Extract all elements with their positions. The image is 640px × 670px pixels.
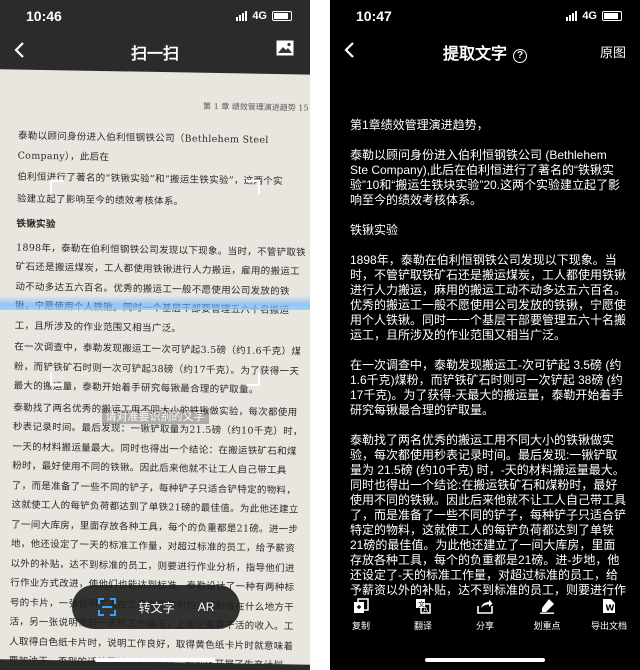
highlight-icon xyxy=(540,599,554,614)
copy-button[interactable]: 复制 xyxy=(336,598,386,642)
status-time: 10:47 xyxy=(356,8,392,24)
svg-text:A: A xyxy=(423,606,428,614)
network-label: 4G xyxy=(582,10,597,22)
book-paragraph: 1898年，泰勒在伯利恒钢铁公司发现以下现象。当时，不管铲取铁矿石还是搬运煤炭，… xyxy=(14,242,307,334)
extracted-paragraph: 1898年，泰勒在伯利恒钢铁公司发现以下现象。当时，不管铲取铁矿石还是搬运煤炭，… xyxy=(350,253,627,342)
share-label: 分享 xyxy=(475,621,494,631)
translate-label: 翻译 xyxy=(413,621,432,631)
book-paragraph: 在一次调查中，泰勒发现搬运工一次可铲起3.5磅（约1.6千克）煤粉，而铲铁矿石时… xyxy=(13,341,302,396)
mode-text-button[interactable]: 转文字 xyxy=(139,599,175,616)
share-button[interactable]: 分享 xyxy=(460,598,510,642)
extracted-paragraph: 泰勒以顾问身份进入伯利恒钢铁公司 (Bethlehem Ste Company)… xyxy=(350,148,621,207)
page-title: 扫一扫 xyxy=(130,46,179,63)
highlight-button[interactable]: 划重点 xyxy=(522,598,572,642)
mode-ar-button[interactable]: AR xyxy=(198,600,215,614)
original-image-button[interactable]: 原图 xyxy=(600,42,626,61)
scan-icon[interactable] xyxy=(97,598,116,616)
scan-navbar: 扫一扫 xyxy=(0,32,310,68)
status-time: 10:46 xyxy=(26,8,62,24)
extracted-paragraph: 铁锹实验 xyxy=(350,223,399,237)
battery-icon xyxy=(602,11,622,21)
scanned-book-page: 第 1 章 绩效管理演进趋势 15 泰勒以顾问身份进入伯利恒钢铁公司（Bethl… xyxy=(0,69,310,670)
result-screen: 10:47 4G 提取文字? 原图 第1章绩效管理演进趋势， 泰勒以顾问身份进入… xyxy=(330,0,640,670)
book-paragraph: 泰勒找了两名优秀的搬运工用不同大小的铁锹做实验，每次都使用秒表记录时间。最后发现… xyxy=(8,401,303,670)
action-toolbar: 复制 文A 翻译 分享 划重点 W 导出文档 xyxy=(330,598,640,642)
svg-text:W: W xyxy=(606,604,615,613)
export-icon: W xyxy=(603,599,615,613)
scan-frame-corner xyxy=(50,372,64,386)
share-icon xyxy=(477,599,493,614)
export-label: 导出文档 xyxy=(590,621,627,631)
home-indicator xyxy=(95,658,215,662)
signal-icon xyxy=(566,11,578,21)
help-icon[interactable]: ? xyxy=(513,49,527,63)
copy-label: 复制 xyxy=(351,621,370,631)
extracted-paragraph: 在一次调查中，泰勒发现搬运工-次可铲起 3.5磅 (约1.6千克)煤粉，而铲铁矿… xyxy=(350,358,624,417)
extracted-text[interactable]: 第1章绩效管理演进趋势， 泰勒以顾问身份进入伯利恒钢铁公司 (Bethlehem… xyxy=(350,118,626,643)
image-icon[interactable] xyxy=(276,40,294,56)
scan-hint: 请对准要识别的文字 xyxy=(101,410,209,424)
signal-icon xyxy=(236,11,248,21)
scan-line xyxy=(0,296,310,310)
book-line: 泰勒以顾问身份进入伯利恒钢铁公司（Bethlehem Steel Company… xyxy=(17,130,273,163)
home-indicator xyxy=(425,658,545,662)
result-navbar: 提取文字? 原图 xyxy=(330,32,640,68)
translate-icon: 文A xyxy=(416,599,431,614)
scan-frame-corner xyxy=(246,180,260,194)
extracted-paragraph: 第1章绩效管理演进趋势， xyxy=(350,118,489,132)
network-label: 4G xyxy=(252,10,267,22)
mode-switcher: 转文字 AR xyxy=(72,585,240,629)
scan-frame-corner xyxy=(246,372,260,386)
status-bar: 10:47 4G xyxy=(330,0,640,32)
status-bar: 10:46 4G xyxy=(0,0,310,32)
highlight-label: 划重点 xyxy=(533,621,561,631)
export-document-button[interactable]: W 导出文档 xyxy=(584,598,634,642)
scan-frame-corner xyxy=(50,180,64,194)
book-page-header: 第 1 章 绩效管理演进趋势 15 xyxy=(203,101,309,113)
copy-icon xyxy=(354,598,369,613)
page-title: 提取文字 xyxy=(442,46,507,63)
scan-screen: 第 1 章 绩效管理演进趋势 15 泰勒以顾问身份进入伯利恒钢铁公司（Bethl… xyxy=(0,0,310,670)
book-subtitle: 铁锹实验 xyxy=(16,218,56,231)
translate-button[interactable]: 文A 翻译 xyxy=(398,598,448,642)
battery-icon xyxy=(272,11,292,21)
